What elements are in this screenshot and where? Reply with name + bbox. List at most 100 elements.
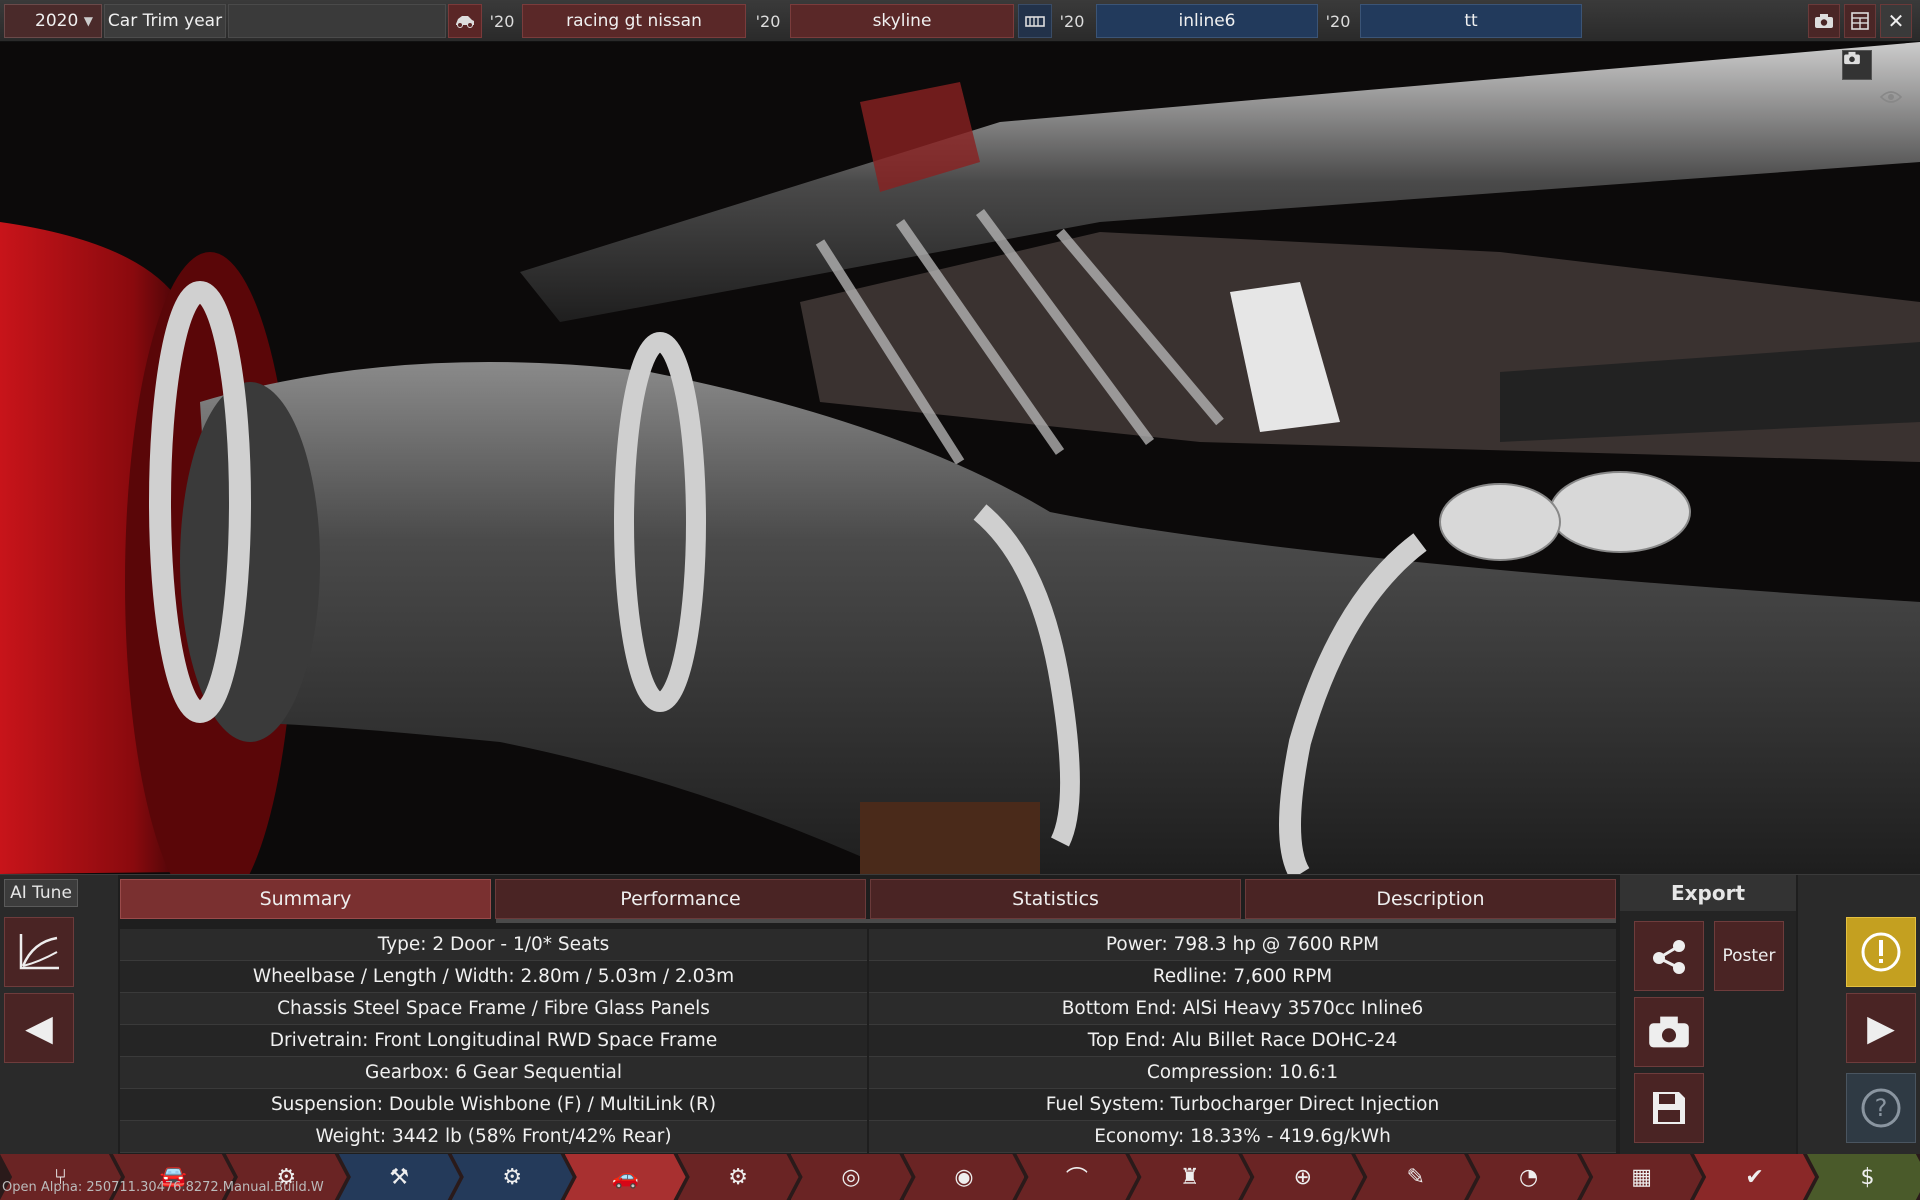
- close-button[interactable]: ✕: [1880, 4, 1912, 38]
- save-icon: [1653, 1092, 1685, 1124]
- stat-chassis: Chassis Steel Space Frame / Fibre Glass …: [120, 993, 867, 1025]
- nav-summary[interactable]: 🚗: [564, 1154, 686, 1200]
- poster-button[interactable]: Poster: [1714, 921, 1784, 991]
- top-bar: 2020 ▼ Car Trim year '20 racing gt nissa…: [0, 0, 1920, 42]
- checkmark-icon: ✔: [1745, 1164, 1764, 1190]
- speedometer-icon: ◔: [1519, 1164, 1539, 1190]
- warning-icon: [1861, 932, 1901, 972]
- tab-performance[interactable]: Performance: [495, 879, 866, 919]
- car-summary-icon: 🚗: [611, 1164, 639, 1190]
- brush-icon: ✎: [1406, 1164, 1425, 1190]
- nav-test[interactable]: ◔: [1468, 1154, 1590, 1200]
- variant-name-field[interactable]: tt: [1360, 4, 1582, 38]
- car-summary-panel: AI Tune ◀ Summary Performance Statistics…: [0, 874, 1920, 1155]
- engine-icon-button[interactable]: [1018, 4, 1052, 38]
- stat-bottom-end: Bottom End: AlSi Heavy 3570cc Inline6: [869, 993, 1616, 1025]
- tab-summary[interactable]: Summary: [120, 879, 491, 919]
- nav-brakes[interactable]: ◉: [903, 1154, 1025, 1200]
- tab-divider: [496, 919, 1616, 923]
- engine-render: [0, 42, 1920, 874]
- engine-icon: [1025, 16, 1045, 27]
- share-button[interactable]: [1634, 921, 1704, 991]
- warnings-button[interactable]: [1846, 917, 1916, 987]
- model-year: '20: [489, 11, 515, 31]
- nav-aero[interactable]: ⌒: [1016, 1154, 1138, 1200]
- stat-fuel-system: Fuel System: Turbocharger Direct Injecti…: [869, 1089, 1616, 1121]
- engine-tune-icon: ⚙: [502, 1164, 523, 1190]
- variant-year: '20: [1325, 11, 1351, 31]
- stat-economy: Economy: 18.33% - 419.6g/kWh: [869, 1121, 1616, 1153]
- stat-compression: Compression: 10.6:1: [869, 1057, 1616, 1089]
- calculator-icon: ▦: [1631, 1164, 1652, 1190]
- field-label: Car Trim year: [104, 4, 226, 38]
- brake-icon: ◉: [954, 1164, 974, 1190]
- screenshot-button[interactable]: [1808, 4, 1840, 38]
- tab-statistics[interactable]: Statistics: [870, 879, 1241, 919]
- stat-type: Type: 2 Door - 1/0* Seats: [120, 929, 867, 961]
- help-icon: ?: [1861, 1088, 1901, 1128]
- engine-name-field[interactable]: inline6: [1096, 4, 1318, 38]
- trim-name-field[interactable]: skyline: [790, 4, 1014, 38]
- camera-icon: [1844, 51, 1860, 65]
- nav-factory[interactable]: $: [1807, 1154, 1920, 1200]
- nav-finish[interactable]: ✔: [1694, 1154, 1815, 1200]
- stat-weight: Weight: 3442 lb (58% Front/42% Rear): [120, 1121, 867, 1153]
- gear-icon: ⚙: [728, 1164, 748, 1190]
- factory-cost-icon: $: [1860, 1164, 1875, 1190]
- stat-top-end: Top End: Alu Billet Race DOHC-24: [869, 1025, 1616, 1057]
- stat-suspension: Suspension: Double Wishbone (F) / MultiL…: [120, 1089, 867, 1121]
- chevron-down-icon: ▼: [83, 14, 93, 28]
- summary-tabs: Summary Performance Statistics Descripti…: [120, 879, 1616, 919]
- car-icon: [456, 16, 474, 28]
- nav-paint[interactable]: ✎: [1355, 1154, 1477, 1200]
- arrow-left-icon: ◀: [25, 1007, 53, 1049]
- next-button[interactable]: ▶: [1846, 993, 1916, 1063]
- nav-engine-tune[interactable]: ⚙: [451, 1154, 573, 1200]
- camera-icon: [1815, 14, 1833, 28]
- nav-report[interactable]: ▦: [1581, 1154, 1703, 1200]
- steering-icon: ⊕: [1293, 1164, 1312, 1190]
- tab-description[interactable]: Description: [1245, 879, 1616, 919]
- engine-year: '20: [1059, 11, 1085, 31]
- nav-wheels[interactable]: ◎: [790, 1154, 912, 1200]
- left-tools: AI Tune ◀: [0, 875, 118, 1155]
- top-bar-spacer: [228, 4, 446, 38]
- stat-dimensions: Wheelbase / Length / Width: 2.80m / 5.03…: [120, 961, 867, 993]
- help-button[interactable]: ?: [1846, 1073, 1916, 1143]
- nav-engine[interactable]: ⚒: [338, 1154, 460, 1200]
- share-icon: [1653, 940, 1685, 974]
- stat-gearbox: Gearbox: 6 Gear Sequential: [120, 1057, 867, 1089]
- year-dropdown[interactable]: 2020 ▼: [4, 4, 102, 38]
- car-icon-button[interactable]: [448, 4, 482, 38]
- nav-interior[interactable]: ♜: [1129, 1154, 1251, 1200]
- calculator-button[interactable]: [1844, 4, 1876, 38]
- stat-drivetrain: Drivetrain: Front Longitudinal RWD Space…: [120, 1025, 867, 1057]
- graph-icon: [19, 934, 59, 970]
- ai-tune-button[interactable]: AI Tune: [4, 879, 78, 907]
- nav-gearbox[interactable]: ⚙: [677, 1154, 799, 1200]
- stat-power: Power: 798.3 hp @ 7600 RPM: [869, 929, 1616, 961]
- save-button[interactable]: [1634, 1073, 1704, 1143]
- export-title: Export: [1620, 875, 1796, 911]
- engine-3d-viewport[interactable]: [0, 42, 1920, 874]
- calculator-icon: [1851, 12, 1869, 30]
- eye-icon: [1880, 91, 1902, 103]
- car-stats-column: Type: 2 Door - 1/0* Seats Wheelbase / Le…: [120, 929, 867, 1153]
- camera-icon: [1649, 1016, 1689, 1048]
- trim-year: '20: [755, 11, 781, 31]
- nav-steering[interactable]: ⊕: [1242, 1154, 1364, 1200]
- model-name-field[interactable]: racing gt nissan: [522, 4, 746, 38]
- graph-button[interactable]: [4, 917, 74, 987]
- back-button[interactable]: ◀: [4, 993, 74, 1063]
- wheel-icon: ◎: [841, 1164, 861, 1190]
- seat-icon: ♜: [1179, 1164, 1200, 1190]
- arrow-right-icon: ▶: [1867, 1007, 1895, 1049]
- toggle-visibility-button[interactable]: [1880, 90, 1910, 120]
- scene-screenshot-button[interactable]: [1842, 50, 1872, 80]
- close-icon: ✕: [1887, 9, 1905, 33]
- build-version: Open Alpha: 250711.30476.8272.Manual.Bui…: [2, 1180, 324, 1195]
- aero-icon: ⌒: [1065, 1167, 1088, 1192]
- year-value: 2020: [35, 11, 79, 31]
- export-photo-button[interactable]: [1634, 997, 1704, 1067]
- engine-stats-column: Power: 798.3 hp @ 7600 RPM Redline: 7,60…: [869, 929, 1616, 1153]
